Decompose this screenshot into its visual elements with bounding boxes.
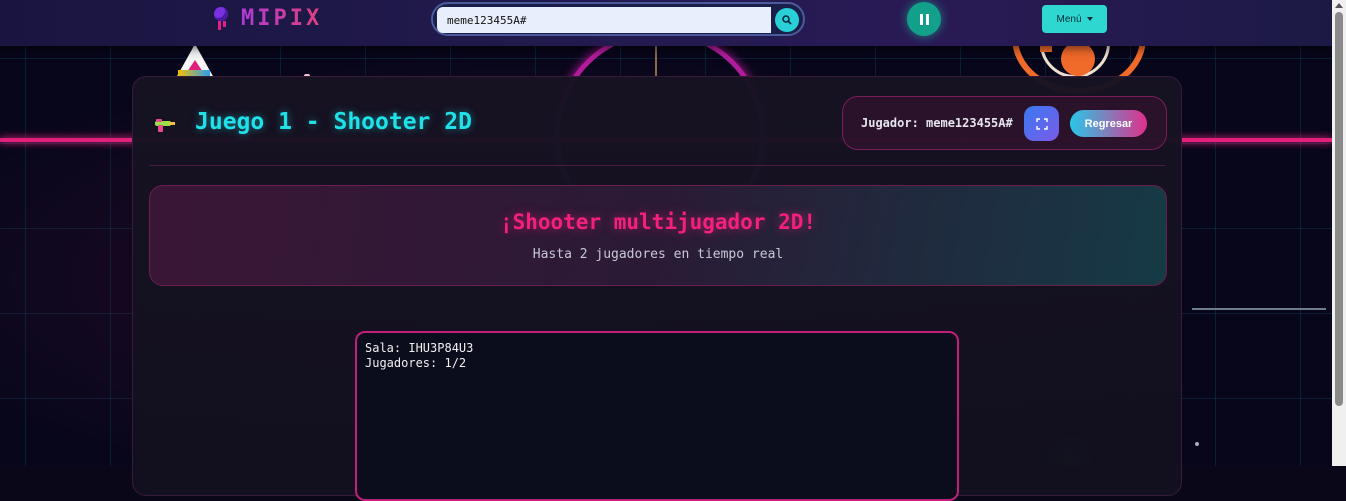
player-label: Jugador: meme123455A#: [861, 116, 1013, 130]
logo-text: MIPIX: [241, 6, 323, 31]
room-code: Sala: IHU3P84U3: [365, 341, 474, 355]
banner-title: ¡Shooter multijugador 2D!: [499, 210, 817, 234]
game-banner: ¡Shooter multijugador 2D! Hasta 2 jugado…: [149, 185, 1167, 286]
fullscreen-button[interactable]: [1024, 106, 1059, 141]
water-gun-icon: [155, 119, 175, 132]
search-icon: [782, 15, 792, 25]
pixel-balloon-icon: [211, 6, 233, 31]
game-panel: Juego 1 - Shooter 2D Jugador: meme123455…: [132, 76, 1182, 501]
fullscreen-icon: [1035, 117, 1048, 130]
caret-down-icon: [1086, 17, 1093, 21]
divider: [149, 165, 1165, 166]
top-navbar: MIPIX Menú: [0, 0, 1332, 46]
back-button[interactable]: Regresar: [1070, 110, 1147, 137]
search-input[interactable]: [437, 7, 771, 33]
decor-target-dot: [1061, 42, 1095, 76]
pause-icon: [919, 13, 923, 25]
page-scrollbar[interactable]: [1332, 0, 1346, 466]
menu-label: Menú: [1056, 13, 1082, 25]
player-panel: Jugador: meme123455A# Regresar: [842, 96, 1167, 150]
search-bar: [431, 2, 805, 36]
logo[interactable]: MIPIX: [211, 6, 322, 31]
pause-button[interactable]: [907, 2, 941, 36]
decor-vline: [655, 44, 657, 76]
room-info: Sala: IHU3P84U3 Jugadores: 1/2: [365, 341, 473, 371]
scrollbar-thumb[interactable]: [1335, 12, 1343, 406]
player-count: Jugadores: 1/2: [365, 356, 467, 370]
menu-button[interactable]: Menú: [1042, 5, 1107, 33]
page-title: Juego 1 - Shooter 2D: [195, 109, 472, 135]
decor-dot: [1195, 442, 1199, 446]
decor-line: [1192, 308, 1326, 310]
banner-subtitle: Hasta 2 jugadores en tiempo real: [532, 247, 784, 262]
game-header: Juego 1 - Shooter 2D Jugador: meme123455…: [149, 95, 1167, 153]
game-canvas[interactable]: Sala: IHU3P84U3 Jugadores: 1/2: [355, 331, 959, 501]
search-button[interactable]: [775, 8, 799, 32]
scroll-up-arrow-icon[interactable]: [1335, 3, 1343, 8]
